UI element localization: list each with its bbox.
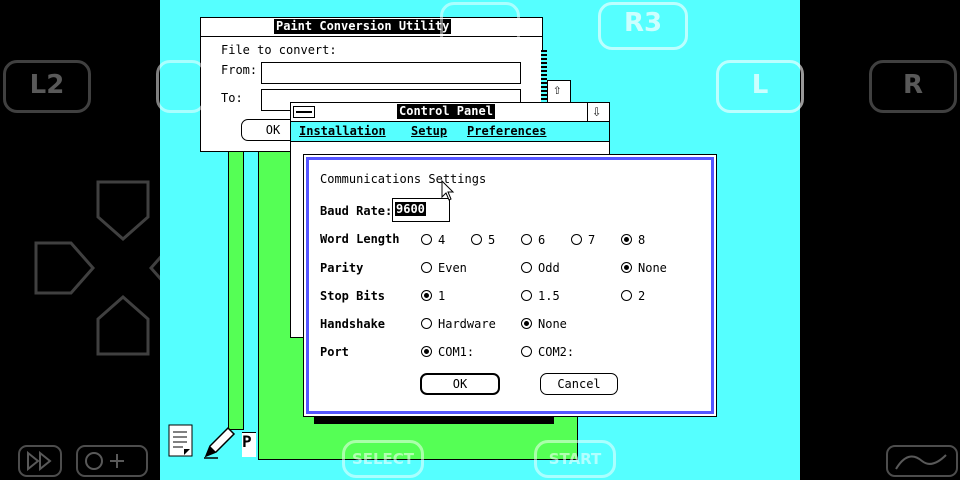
baud-rate-value: 9600 [395,202,426,216]
handshake-label: Handshake [320,317,386,331]
l2-button-label: L2 [29,70,65,100]
arrow-down-icon: ⇩ [592,102,602,120]
baud-rate-label: Baud Rate: [320,204,393,218]
parity-odd-label: Odd [538,261,560,275]
word-length-8-radio[interactable] [621,234,632,245]
background-window-1 [228,150,244,430]
menu-setup[interactable]: Setup [411,124,447,138]
port-com1-label: COM1: [438,345,475,359]
control-panel-title: Control Panel [397,104,495,119]
stop-bits-1-radio[interactable] [421,290,432,301]
r-button-label: R [902,70,924,100]
scroll-down-box[interactable]: ⇩ [587,102,609,121]
handshake-none-label: None [538,317,567,331]
select-button-label: SELECT [351,450,415,468]
word-length-7-radio[interactable] [571,234,582,245]
gamepad-icon[interactable] [76,445,148,477]
parity-even-radio[interactable] [421,262,432,273]
start-button-label: START [548,450,602,468]
system-menu-icon[interactable] [293,106,315,118]
to-label: To: [221,91,243,105]
partial-icon-letter: P [242,432,256,457]
parity-odd-radio[interactable] [521,262,532,273]
menu-preferences[interactable]: Preferences [467,124,546,138]
handshake-none-radio[interactable] [521,318,532,329]
stop-bits-label: Stop Bits [320,289,386,303]
stop-bits-1-5-label: 1.5 [538,289,560,303]
dialog-cancel-button[interactable]: Cancel [540,373,618,395]
l3-button[interactable] [440,2,520,50]
menu-bar: Installation Setup Preferences [291,122,609,142]
port-label: Port [320,345,349,359]
r-button-shoulder[interactable] [156,60,206,113]
document-icon[interactable] [168,424,194,458]
handshake-hardware-radio[interactable] [421,318,432,329]
stop-bits-2-label: 2 [638,289,646,303]
parity-even-label: Even [438,261,467,275]
scroll-up-box[interactable]: ⇧ [547,80,571,104]
handshake-hardware-label: Hardware [438,317,496,331]
port-com2-label: COM2: [538,345,575,359]
fast-forward-icon[interactable] [18,445,62,477]
dialog-ok-button[interactable]: OK [420,373,500,395]
word-length-5-radio[interactable] [471,234,482,245]
r3-button-label: R3 [623,8,663,38]
word-length-label: Word Length [320,232,400,246]
mouse-pointer-icon [441,180,455,201]
menu-installation[interactable]: Installation [299,124,386,138]
stop-bits-2-radio[interactable] [621,290,632,301]
from-field[interactable] [261,62,521,84]
word-length-4-label: 4 [438,233,446,247]
dialog-title: Communications Settings [320,172,487,186]
port-com1-radio[interactable] [421,346,432,357]
stop-bits-1-5-radio[interactable] [521,290,532,301]
word-length-7-label: 7 [588,233,596,247]
word-length-4-radio[interactable] [421,234,432,245]
parity-label: Parity [320,261,364,275]
file-to-convert-label: File to convert: [221,43,337,57]
word-length-6-radio[interactable] [521,234,532,245]
l-button-label: L [751,70,769,100]
paint-window-title: Paint Conversion Utility [274,19,452,34]
touch-toggle-icon[interactable] [886,445,958,477]
pencil-icon[interactable] [202,424,238,460]
word-length-5-label: 5 [488,233,496,247]
word-length-8-label: 8 [638,233,646,247]
parity-none-label: None [638,261,667,275]
comm-settings-dialog: Communications Settings Baud Rate: 9600 … [303,154,717,417]
stop-bits-1-label: 1 [438,289,446,303]
arrow-up-icon: ⇧ [553,82,562,98]
port-com2-radio[interactable] [521,346,532,357]
from-label: From: [221,63,258,77]
parity-none-radio[interactable] [621,262,632,273]
word-length-6-label: 6 [538,233,546,247]
emulator-screen: Paint Conversion Utility File to convert… [160,0,800,480]
